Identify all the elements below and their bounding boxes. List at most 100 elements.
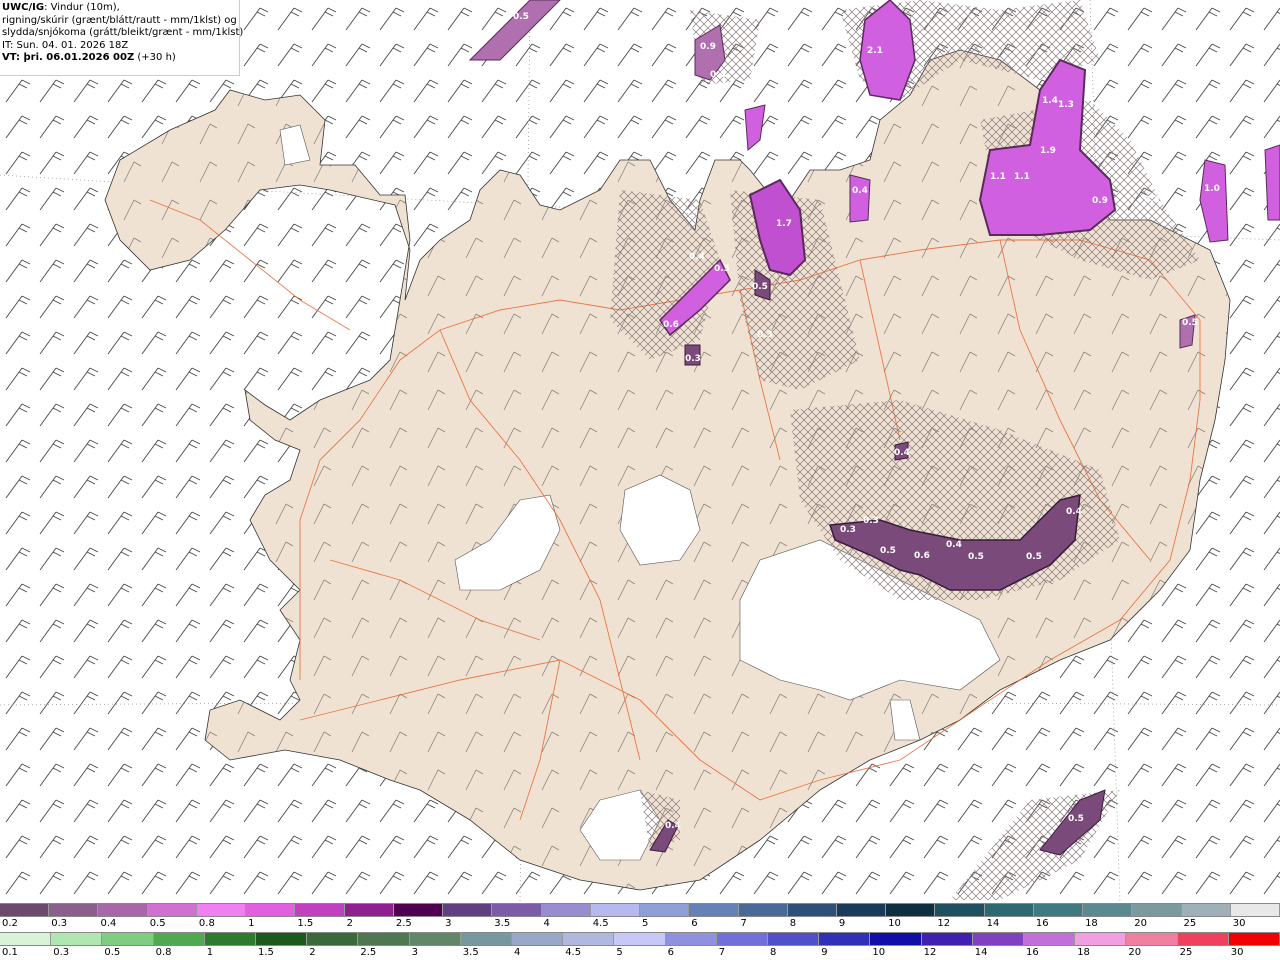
colorbar-tick-label: 4.5 [565, 947, 582, 958]
colorbar-tick-label: 8 [789, 918, 797, 929]
precip-label: 0.5 [1182, 318, 1198, 328]
colorbar-cell [492, 904, 542, 916]
colorbar-tick-label: 3 [411, 947, 418, 958]
colorbar-cell [541, 904, 591, 916]
colorbar-tick-label: 9 [821, 947, 828, 958]
colorbar-cell [358, 933, 410, 945]
precip-label: 1.7 [776, 219, 792, 229]
init-time: IT: Sun. 04. 01. 2026 18Z [2, 39, 129, 51]
colorbar-cell [204, 933, 257, 945]
colorbar-cell [972, 933, 1025, 945]
precip-label: 0.5 [968, 552, 984, 562]
colorbar-cell [393, 904, 444, 916]
colorbar-cell [921, 933, 973, 945]
colorbar-tick-label: 20 [1128, 947, 1142, 958]
colorbar-tick-label: 16 [1026, 947, 1039, 958]
colorbar-tick-label: 9 [838, 918, 846, 929]
colorbar-tick-label: 0.3 [53, 947, 70, 958]
precip-label: 1.4 [1042, 96, 1058, 106]
precip-label: 0.5 [752, 282, 768, 292]
colorbar-tick-label: 4 [514, 947, 521, 958]
colorbar-cell [51, 933, 103, 945]
title-line-1: : Vindur (10m), [44, 2, 120, 13]
colorbar-cell [295, 904, 345, 916]
colorbar-cell [886, 904, 936, 916]
colorbar-tick-label: 0.2 [2, 918, 18, 929]
colorbar-cell [1083, 904, 1133, 916]
colorbar-cell [1075, 933, 1127, 945]
colorbar-cell [819, 933, 871, 945]
colorbar-tick-label: 2 [309, 947, 316, 958]
colorbar-tick-label: 14 [974, 947, 988, 958]
colorbar-tick-label: 12 [937, 918, 951, 929]
colorbar-cell [1126, 933, 1178, 945]
colorbar-tick-label: 10 [888, 918, 901, 929]
colorbar-cell [102, 933, 154, 945]
colorbar-cell [307, 933, 359, 945]
precip-label: 0.5 [880, 546, 896, 556]
colorbar-cell [563, 933, 615, 945]
map-canvas [0, 0, 1280, 902]
colorbar-cell [614, 933, 666, 945]
colorbar-cell [1177, 933, 1229, 945]
colorbar-tick-label: 16 [1035, 918, 1049, 929]
colorbar-cell [344, 904, 394, 916]
colorbar-cell [443, 904, 493, 916]
rain-scale-ticks: 0.1 0.3 0.5 0.8 1 1.5 2 2.5 3 3.5 4 4.5 5 6 7 8 9 10 12 14 1… [0, 947, 1280, 959]
precip-label: 1.1 [990, 172, 1006, 182]
precip-label: 0.4 [1066, 507, 1082, 517]
colorbar-cell [665, 933, 717, 945]
colorbar-tick-label: 5 [616, 947, 623, 958]
colorbar-tick-label: 0.8 [155, 947, 172, 958]
valid-time: VT: þri. 06.01.2026 00Z [2, 52, 135, 63]
colorbar-cell [1132, 904, 1182, 916]
rain-colorbar [0, 932, 1280, 946]
colorbar-cell [1230, 904, 1280, 916]
precip-label: 0.4 [710, 70, 726, 80]
colorbar-tick-label: 25 [1179, 947, 1193, 958]
colorbar-tick-label: 1 [206, 947, 214, 958]
precip-label: 0.4 [894, 448, 910, 458]
colorbar-tick-label: 30 [1232, 918, 1246, 929]
colorbar-tick-label: 7 [718, 947, 726, 958]
colorbar-cell [738, 904, 788, 916]
precip-label: 0.4 [946, 540, 962, 550]
colorbar-cell [0, 904, 50, 916]
colorbar-cell [153, 933, 205, 945]
colorbar-cell [787, 904, 837, 916]
colorbar-tick-label: 6 [691, 918, 698, 929]
colorbar-tick-label: 30 [1230, 947, 1244, 958]
colorbar-cell [460, 933, 513, 945]
snow-colorbar [0, 903, 1280, 917]
colorbar-tick-label: 5 [642, 918, 649, 929]
colorbar-tick-label: 0.5 [104, 947, 121, 958]
colorbar-cell [147, 904, 197, 916]
colorbar-tick-label: 0.4 [100, 918, 117, 929]
colorbar-cell [870, 933, 922, 945]
title-line-2: rigning/skúrir (grænt/blátt/rautt - mm/1… [2, 14, 237, 26]
colorbar-cell [409, 933, 461, 945]
color-legend: 0.2 0.3 0.4 0.5 0.8 1 1.5 2 2.5 3 3.5 4 4.5 5 6 7 8 9 10 12… [0, 902, 1280, 960]
colorbar-tick-label: 0.8 [198, 918, 215, 929]
precip-label: 0.6 [914, 551, 930, 561]
weather-map: 0.5 2.1 0.9 0.4 1.4 1.3 1.9 1.1 1.1 0.4 … [0, 0, 1280, 902]
colorbar-cell [1033, 904, 1084, 916]
precip-label: 0.4 [852, 186, 868, 196]
colorbar-tick-label: 2.5 [360, 947, 377, 958]
colorbar-cell [256, 933, 308, 945]
colorbar-tick-label: 3.5 [494, 918, 511, 929]
colorbar-tick-label: 14 [986, 918, 1000, 929]
colorbar-tick-label: 1.5 [297, 918, 314, 929]
precip-label: 1.0 [1204, 184, 1220, 194]
colorbar-cell [98, 904, 148, 916]
precip-label: 0.5 [714, 264, 730, 274]
forecast-hour: (+30 h) [134, 52, 176, 63]
colorbar-cell [836, 904, 887, 916]
precip-label: 0.5 [513, 12, 529, 22]
map-title-box: UWC/IG: Vindur (10m), rigning/skúrir (gr… [0, 0, 243, 76]
precip-label: 0.9 [700, 42, 716, 52]
colorbar-cell [689, 904, 739, 916]
precip-label: 0.5 [1026, 552, 1042, 562]
colorbar-cell [716, 933, 769, 945]
colorbar-cell [49, 904, 99, 916]
